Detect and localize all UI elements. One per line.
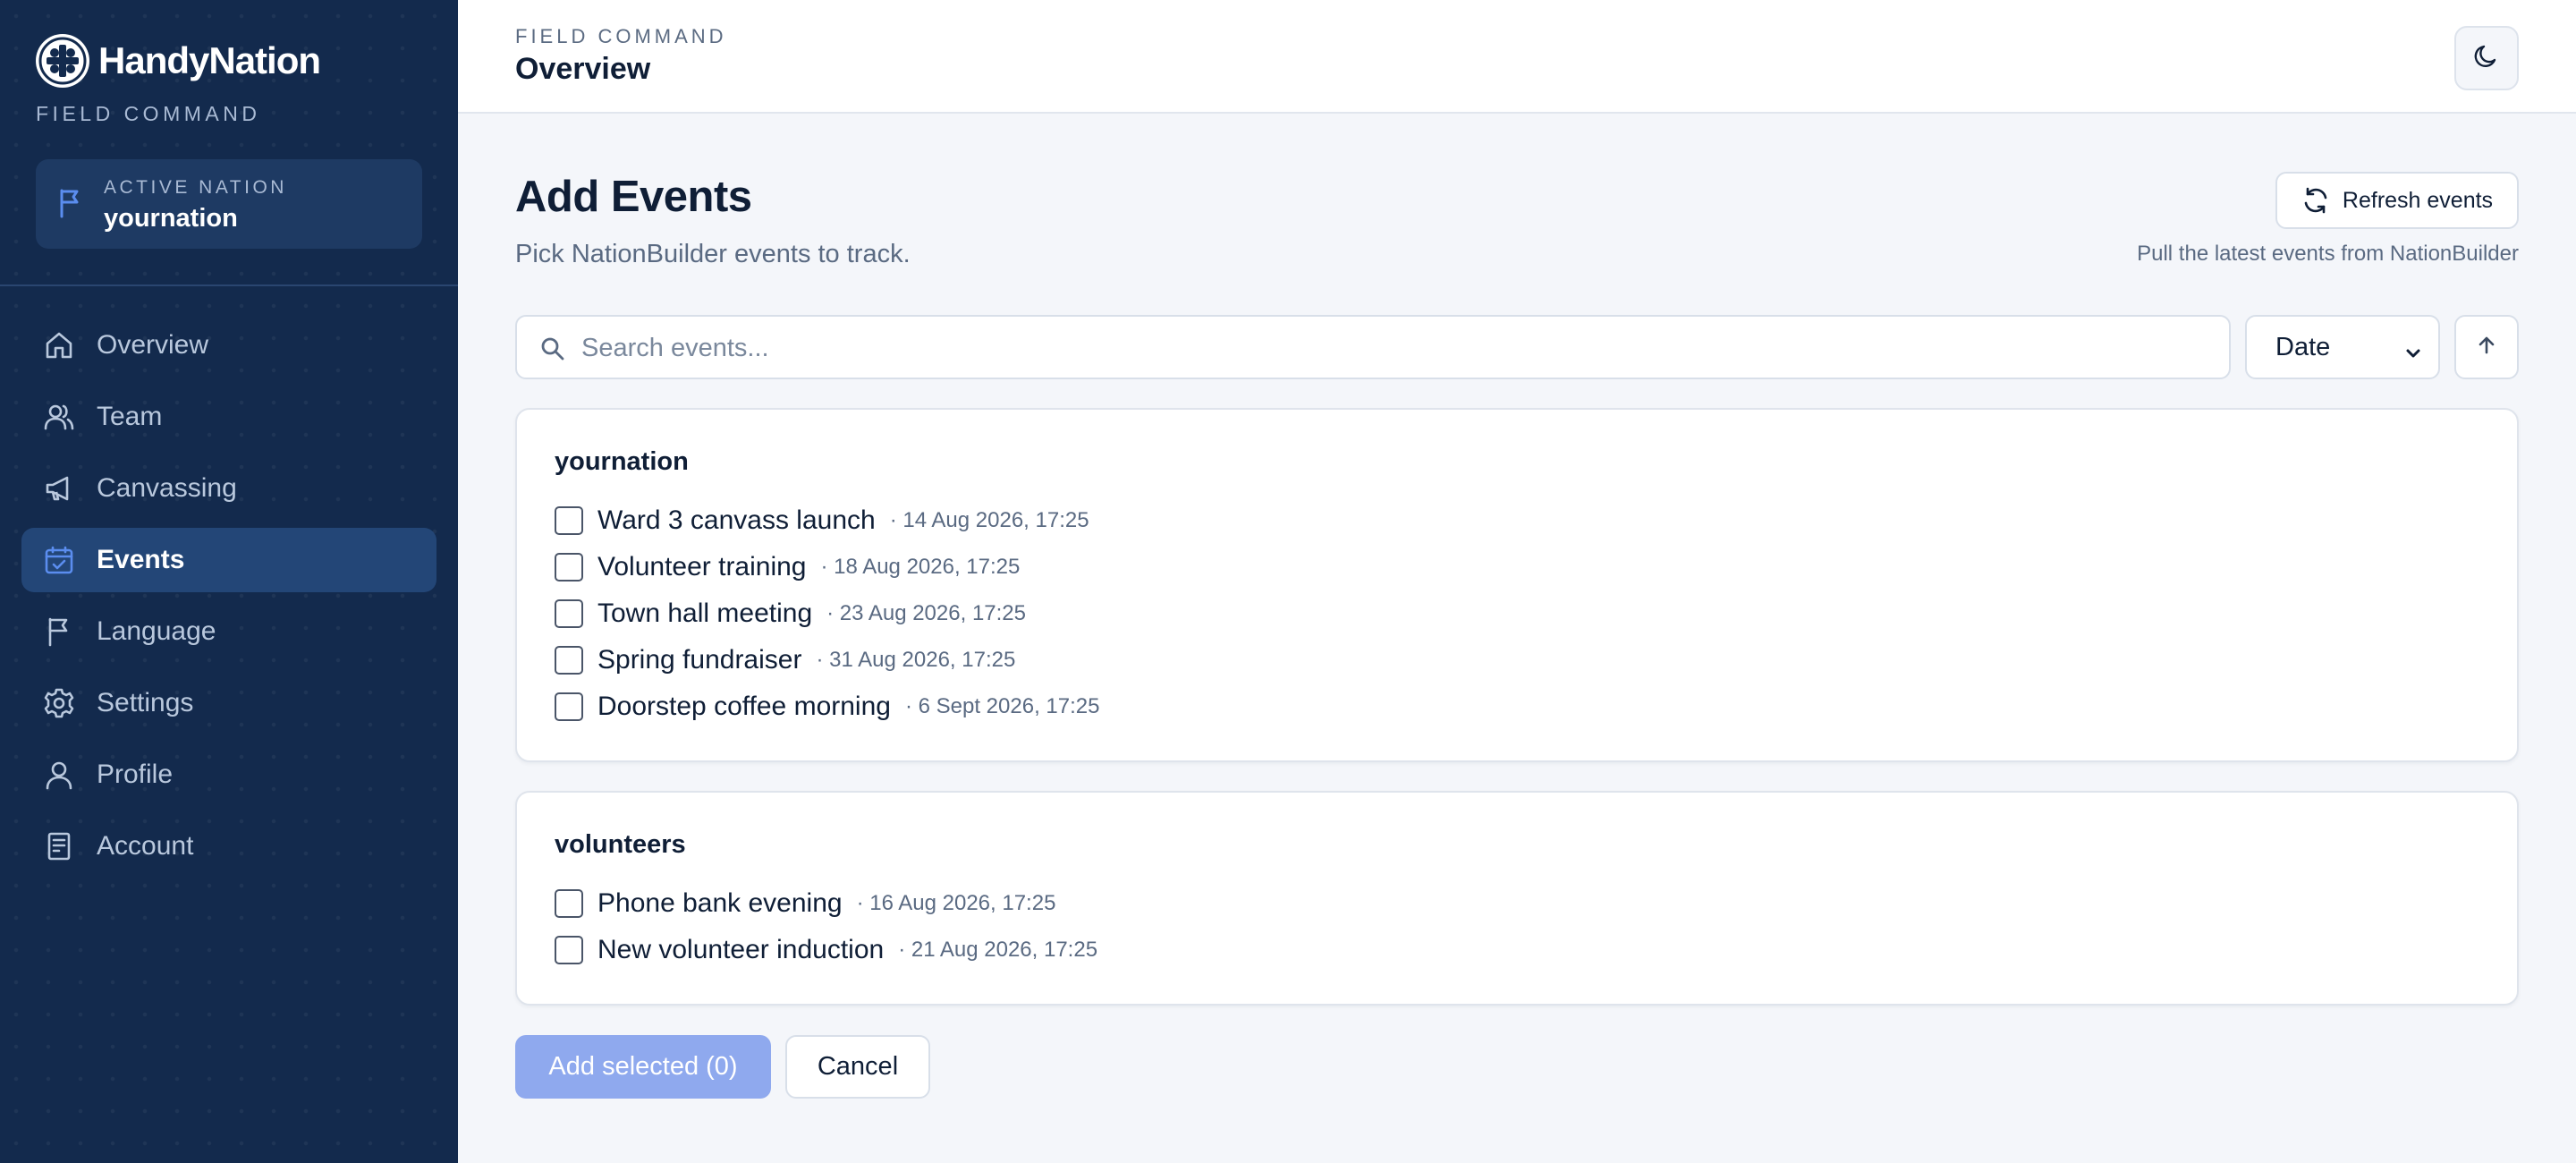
sidebar-item-team[interactable]: Team — [21, 385, 436, 449]
event-row: New volunteer induction · 21 Aug 2026, 1… — [555, 934, 1097, 966]
group-name: yournation — [555, 447, 689, 476]
event-name: Town hall meeting — [597, 598, 813, 628]
sidebar-divider — [0, 284, 458, 286]
active-nation-value: yournation — [104, 204, 238, 233]
page-title: Add Events — [515, 173, 752, 221]
refresh-events-button[interactable]: Refresh events — [2275, 172, 2519, 229]
event-name: Phone bank evening — [597, 888, 843, 918]
flag-icon — [43, 615, 75, 648]
brand-subtitle: FIELD COMMAND — [36, 102, 261, 125]
event-row: Doorstep coffee morning · 6 Sept 2026, 1… — [555, 691, 1099, 723]
event-name: Volunteer training — [597, 552, 807, 582]
active-nation-card[interactable]: ACTIVE NATION yournation — [36, 159, 422, 249]
event-name: Doorstep coffee morning — [597, 692, 891, 721]
calendar-check-icon — [43, 544, 75, 576]
top-bar: FIELD COMMAND Overview — [458, 0, 2576, 114]
event-checkbox[interactable] — [555, 506, 583, 535]
event-group-card: volunteers Phone bank evening · 16 Aug 2… — [515, 791, 2519, 1006]
cancel-button[interactable]: Cancel — [785, 1035, 930, 1099]
sidebar-item-overview[interactable]: Overview — [21, 313, 436, 378]
event-date: · 18 Aug 2026, 17:25 — [820, 555, 1021, 579]
search-icon — [540, 336, 565, 366]
event-date: · 16 Aug 2026, 17:25 — [856, 891, 1056, 915]
add-selected-button[interactable]: Add selected (0) — [515, 1035, 771, 1099]
sidebar-item-settings[interactable]: Settings — [21, 671, 436, 735]
refresh-events-label: Refresh events — [2342, 187, 2494, 213]
event-row: Ward 3 canvass launch · 14 Aug 2026, 17:… — [555, 505, 1089, 537]
theme-toggle-button[interactable] — [2454, 26, 2519, 90]
sidebar-item-account[interactable]: Account — [21, 814, 436, 879]
event-checkbox[interactable] — [555, 692, 583, 721]
event-name: Ward 3 canvass launch — [597, 505, 876, 535]
event-row: Phone bank evening · 16 Aug 2026, 17:25 — [555, 887, 1055, 920]
event-name: Spring fundraiser — [597, 645, 802, 675]
chevron-down-icon — [2404, 340, 2422, 369]
moon-icon — [2473, 43, 2500, 74]
event-row: Town hall meeting · 23 Aug 2026, 17:25 — [555, 598, 1026, 630]
megaphone-icon — [43, 472, 75, 505]
event-checkbox[interactable] — [555, 936, 583, 964]
event-date: · 6 Sept 2026, 17:25 — [904, 694, 1100, 718]
event-name: New volunteer induction — [597, 935, 885, 964]
sidebar-item-label: Language — [97, 616, 216, 646]
sort-select[interactable]: Date — [2245, 315, 2440, 379]
page-subtitle: Pick NationBuilder events to track. — [515, 240, 911, 268]
flag-icon — [57, 188, 84, 223]
sidebar: HandyNation FIELD COMMAND ACTIVE NATION … — [0, 0, 458, 1163]
group-name: volunteers — [555, 830, 686, 859]
sidebar-item-label: Settings — [97, 688, 194, 717]
sidebar-item-label: Account — [97, 831, 194, 861]
brand-name: HandyNation — [98, 39, 321, 81]
event-date: · 14 Aug 2026, 17:25 — [889, 508, 1089, 532]
sidebar-item-label: Profile — [97, 760, 174, 789]
sidebar-item-canvassing[interactable]: Canvassing — [21, 456, 436, 521]
sidebar-item-label: Overview — [97, 330, 209, 360]
sort-select-value: Date — [2275, 332, 2331, 361]
event-row: Spring fundraiser · 31 Aug 2026, 17:25 — [555, 644, 1015, 676]
refresh-hint: Pull the latest events from NationBuilde… — [2137, 242, 2519, 266]
sidebar-item-language[interactable]: Language — [21, 599, 436, 664]
header-kicker: FIELD COMMAND — [515, 25, 727, 47]
event-date: · 23 Aug 2026, 17:25 — [826, 601, 1026, 625]
home-icon — [43, 329, 75, 361]
sort-direction-button[interactable] — [2454, 315, 2519, 379]
event-checkbox[interactable] — [555, 553, 583, 582]
event-date: · 31 Aug 2026, 17:25 — [816, 648, 1016, 672]
sidebar-item-label: Events — [97, 545, 185, 574]
search-input[interactable] — [581, 329, 2209, 367]
user-icon — [43, 759, 75, 791]
sidebar-item-label: Team — [97, 402, 163, 431]
event-date: · 21 Aug 2026, 17:25 — [898, 938, 1098, 962]
gear-icon — [43, 687, 75, 719]
event-row: Volunteer training · 18 Aug 2026, 17:25 — [555, 551, 1020, 583]
users-icon — [43, 401, 75, 433]
arrow-up-icon — [2476, 335, 2497, 361]
event-group-card: yournation Ward 3 canvass launch · 14 Au… — [515, 408, 2519, 762]
sidebar-item-profile[interactable]: Profile — [21, 743, 436, 807]
brand-logo-icon — [36, 34, 89, 88]
receipt-icon — [43, 830, 75, 862]
search-bar — [515, 315, 2231, 379]
sidebar-item-events[interactable]: Events — [21, 528, 436, 592]
brand[interactable]: HandyNation — [36, 34, 321, 88]
sidebar-nav: Overview Team Canvassing Events Language — [21, 313, 436, 886]
refresh-icon — [2301, 186, 2330, 215]
sidebar-item-label: Canvassing — [97, 473, 237, 503]
active-nation-label: ACTIVE NATION — [104, 177, 287, 198]
event-checkbox[interactable] — [555, 599, 583, 628]
event-checkbox[interactable] — [555, 646, 583, 675]
header-title: Overview — [515, 52, 651, 86]
event-checkbox[interactable] — [555, 889, 583, 918]
